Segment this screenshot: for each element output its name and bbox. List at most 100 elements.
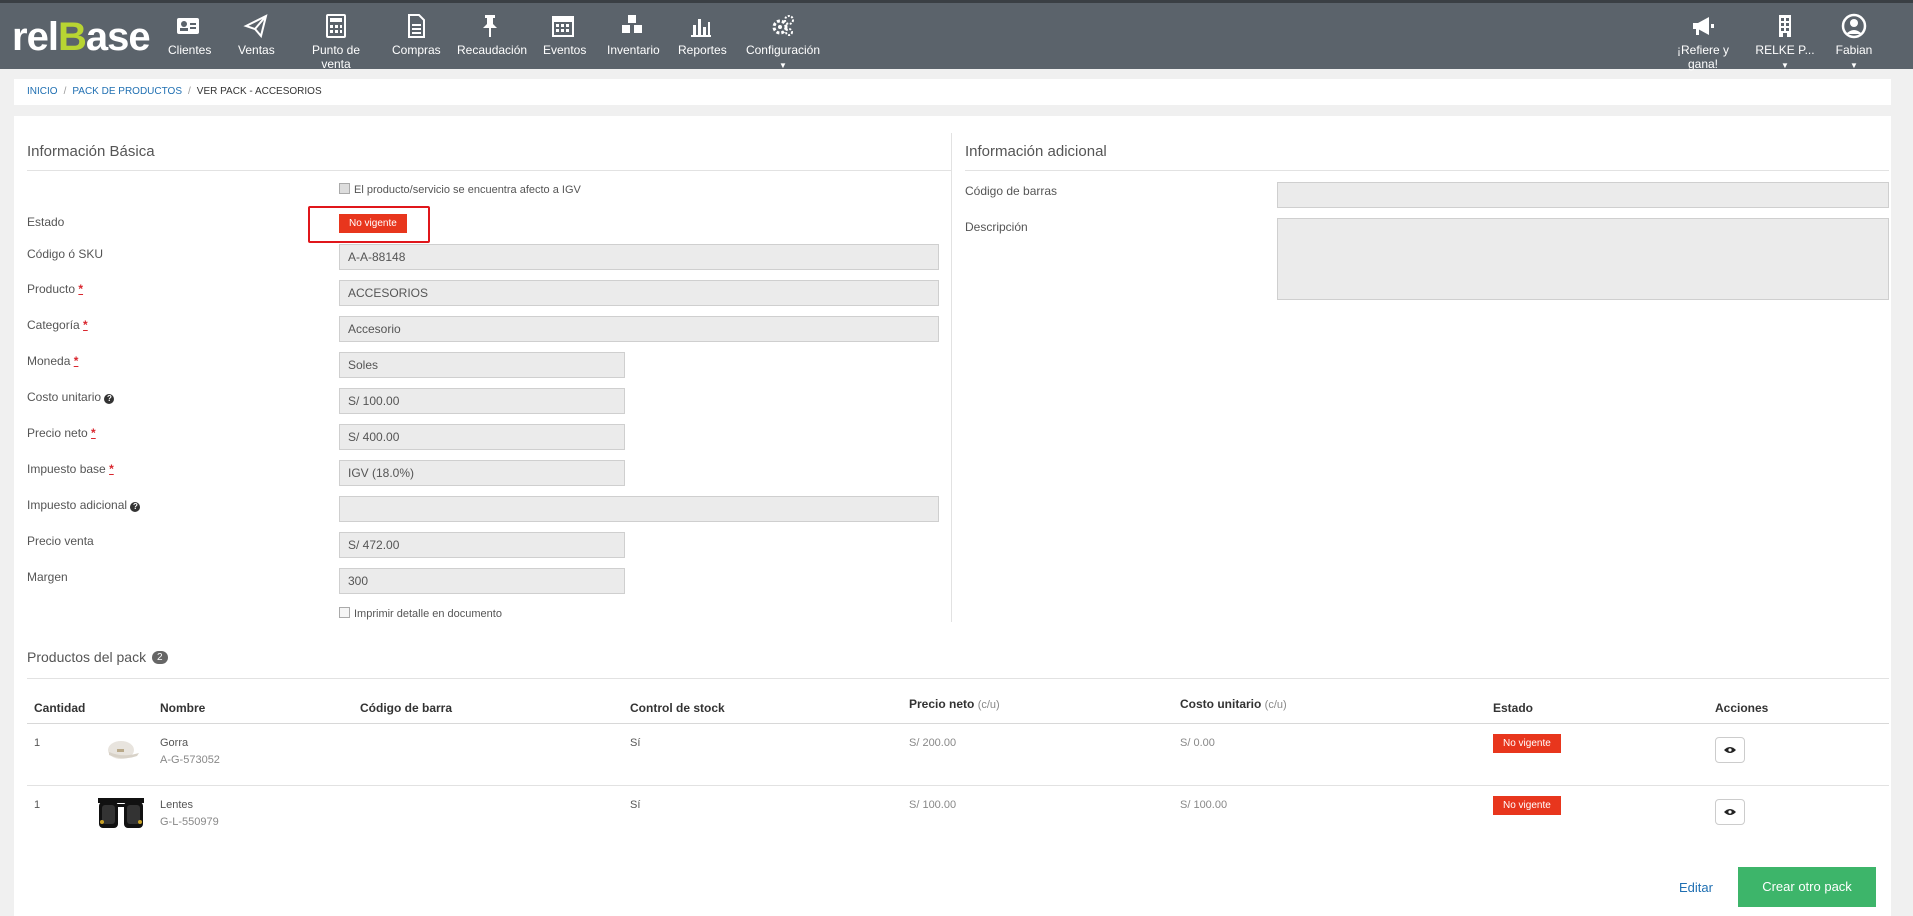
nav-label: Reportes — [678, 43, 727, 57]
row2-nombre-text: Lentes — [160, 799, 194, 811]
impuesto-base-label-text: Impuesto base — [27, 462, 106, 476]
col-cantidad: Cantidad — [34, 701, 86, 715]
nav-label: Fabian — [1835, 43, 1873, 57]
sku-label: Código ó SKU — [27, 247, 104, 261]
row2-estado: No vigente — [1493, 796, 1561, 815]
row2-costo: S/ 100.00 — [1180, 799, 1228, 811]
breadcrumb-pack-productos[interactable]: PACK DE PRODUCTOS — [72, 86, 182, 97]
impuesto-base-label: Impuesto base * — [27, 462, 114, 476]
nav-eventos[interactable]: Eventos — [543, 13, 586, 57]
checkbox-box[interactable] — [339, 183, 350, 194]
breadcrumb-home[interactable]: INICIO — [27, 86, 58, 97]
row1-estado: No vigente — [1493, 734, 1561, 753]
required-mark: * — [109, 462, 114, 476]
main-panel: Información Básica El producto/servicio … — [14, 116, 1891, 916]
categoria-label: Categoría * — [27, 318, 88, 332]
nav-configuracion[interactable]: Configuración ▼ — [743, 13, 823, 71]
moneda-label-text: Moneda — [27, 354, 71, 368]
imprimir-checkbox-label: Imprimir detalle en documento — [354, 608, 502, 620]
nav-recaudacion[interactable]: Recaudación — [457, 13, 527, 57]
row1-nombre[interactable]: Gorra A-G-573052 — [160, 737, 220, 766]
col-control-stock: Control de stock — [630, 701, 725, 715]
categoria-field[interactable]: Accesorio — [339, 316, 939, 342]
col-precio-neto: Precio neto (c/u) — [909, 697, 1000, 711]
divider — [965, 170, 1889, 171]
divider — [27, 678, 1889, 679]
bar-chart-icon — [678, 13, 724, 39]
nav-label: ¡Refiere y gana! — [1676, 43, 1729, 71]
gears-icon — [743, 13, 823, 39]
row2-stock: Sí — [630, 799, 641, 811]
breadcrumb: INICIO / PACK DE PRODUCTOS / VER PACK - ACCE… — [14, 79, 1891, 105]
required-mark: * — [83, 318, 88, 332]
nav-label: Clientes — [168, 43, 212, 57]
row2-codigo: G-L-550979 — [160, 816, 219, 828]
pack-count-badge: 2 — [151, 651, 168, 664]
nav-ventas[interactable]: Ventas — [238, 13, 275, 57]
nav-compras[interactable]: Compras — [392, 13, 441, 57]
col-costo-unitario: Costo unitario (c/u) — [1180, 697, 1287, 711]
cubes-icon — [607, 13, 657, 39]
col-codigo-barra: Código de barra — [360, 701, 453, 715]
row2-cantidad: 1 — [34, 799, 41, 811]
moneda-label: Moneda * — [27, 354, 78, 368]
precio-neto-field[interactable]: S/ 400.00 — [339, 424, 625, 450]
nav-label: Recaudación — [457, 43, 528, 57]
row1-costo: S/ 0.00 — [1180, 737, 1215, 749]
nav-refiere[interactable]: ¡Refiere y gana! — [1663, 13, 1743, 71]
nav-label: Inventario — [607, 43, 660, 57]
help-icon[interactable]: ? — [130, 502, 141, 512]
nav-inventario[interactable]: Inventario — [607, 13, 660, 57]
precio-neto-label: Precio neto * — [27, 426, 96, 440]
help-icon[interactable]: ? — [104, 394, 115, 404]
divider — [27, 170, 951, 171]
col-estado: Estado — [1493, 701, 1534, 715]
barcode-field[interactable] — [1277, 182, 1889, 208]
costo-label-text: Costo unitario — [27, 390, 102, 404]
row1-view-button[interactable] — [1715, 737, 1745, 763]
igv-checkbox-label: El producto/servicio se encuentra afecto… — [354, 184, 581, 196]
precio-neto-label-text: Precio neto — [27, 426, 88, 440]
column-divider — [951, 133, 952, 622]
sku-field[interactable]: A-A-88148 — [339, 244, 939, 270]
chevron-down-icon: ▼ — [1781, 61, 1789, 70]
imprimir-checkbox[interactable]: Imprimir detalle en documento — [339, 607, 502, 620]
required-mark: * — [78, 282, 84, 296]
igv-checkbox[interactable]: El producto/servicio se encuentra afecto… — [339, 183, 581, 196]
costo-unitario-field[interactable]: S/ 100.00 — [339, 388, 625, 414]
col-nombre: Nombre — [160, 701, 206, 715]
document-icon — [392, 13, 440, 39]
create-pack-button[interactable]: Crear otro pack — [1738, 867, 1876, 907]
producto-field[interactable]: ACCESORIOS — [339, 280, 939, 306]
nav-reportes[interactable]: Reportes — [678, 13, 727, 57]
divider — [27, 785, 1889, 786]
relbase-logo[interactable]: relBase — [12, 15, 151, 60]
precio-venta-field[interactable]: S/ 472.00 — [339, 532, 625, 558]
top-navbar: relBase Clientes Ventas Punto de venta C… — [0, 0, 1913, 71]
row2-precio-neto: S/ 100.00 — [909, 799, 957, 811]
impuesto-adicional-label-text: Impuesto adicional — [27, 498, 128, 512]
nav-punto-de-venta[interactable]: Punto de venta — [298, 13, 374, 71]
row1-nombre-text: Gorra — [160, 737, 189, 749]
moneda-field[interactable]: Soles — [339, 352, 625, 378]
nav-user[interactable]: Fabian ▼ — [1831, 13, 1877, 71]
row2-view-button[interactable] — [1715, 799, 1745, 825]
row1-estado-badge: No vigente — [1493, 734, 1561, 753]
col-acciones: Acciones — [1715, 701, 1769, 715]
descripcion-textarea[interactable] — [1277, 218, 1889, 300]
margen-field[interactable]: 300 — [339, 568, 625, 594]
impuesto-base-field[interactable]: IGV (18.0%) — [339, 460, 625, 486]
nav-company[interactable]: RELKE P... ▼ — [1755, 13, 1815, 71]
row1-stock: Sí — [630, 737, 641, 749]
nav-clientes[interactable]: Clientes — [168, 13, 212, 57]
checkbox-box[interactable] — [339, 607, 350, 618]
divider — [27, 723, 1889, 724]
building-icon — [1755, 13, 1815, 39]
unit-suffix: (c/u) — [977, 699, 1000, 711]
edit-link-visible[interactable]: Editar — [1679, 880, 1713, 895]
row2-estado-badge: No vigente — [1493, 796, 1561, 815]
chevron-down-icon: ▼ — [779, 61, 787, 70]
additional-info-title: Información adicional — [965, 143, 1107, 160]
row2-nombre[interactable]: Lentes G-L-550979 — [160, 799, 219, 828]
impuesto-adicional-field[interactable] — [339, 496, 939, 522]
